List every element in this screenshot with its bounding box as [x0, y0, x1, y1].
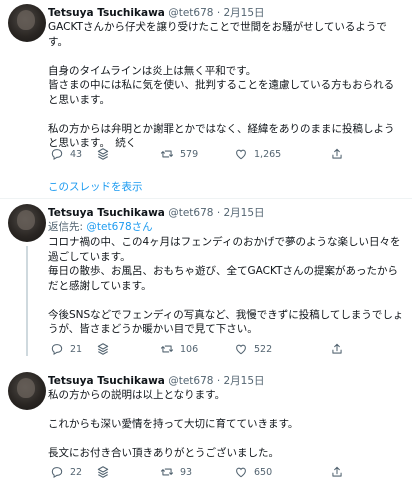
like-count: 1,265 — [254, 148, 282, 160]
tweet-actions: 43 579 1,265 — [48, 146, 348, 162]
avatar[interactable] — [8, 204, 46, 242]
separator: · — [216, 375, 221, 387]
tweet-paragraph: 自身のタイムラインは炎上は無く平和です。 皆さまの中には私に気を使い、批判するこ… — [48, 64, 395, 106]
reply-icon — [51, 467, 63, 479]
tweet-1[interactable]: Tetsuya Tsuchikawa @tet678 · 2月15日 GACKT… — [0, 0, 412, 170]
avatar[interactable] — [8, 4, 46, 42]
author-name[interactable]: Tetsuya Tsuchikawa — [48, 375, 165, 387]
author-name[interactable]: Tetsuya Tsuchikawa — [48, 7, 165, 19]
tweet-actions: 22 93 650 — [48, 464, 348, 480]
reply-icon — [51, 149, 63, 161]
tweet-date[interactable]: 2月15日 — [224, 375, 265, 387]
tweet-text: コロナ禍の中、この4ヶ月はフェンディのおかげで夢のような楽しい日々を 過ごしてい… — [48, 235, 404, 337]
share-icon — [332, 466, 342, 477]
tweet-paragraph: GACKTさんから仔犬を譲り受けたことで世間をお騒がせしているようで す。 — [48, 21, 387, 48]
author-handle[interactable]: @tet678 — [168, 207, 213, 219]
author-handle[interactable]: @tet678 — [168, 7, 213, 19]
reply-button[interactable]: 21 — [50, 341, 82, 357]
like-count: 522 — [254, 343, 273, 355]
tweet-paragraph: 今後SNSなどでフェンディの写真など、我慢できずに投稿してしまうでしょ うが、皆… — [48, 308, 404, 336]
retweet-count: 106 — [180, 343, 199, 355]
retweet-icon — [160, 468, 174, 476]
like-button[interactable]: 650 — [234, 464, 272, 480]
reply-button[interactable]: 22 — [50, 464, 82, 480]
retweet-button[interactable]: 106 — [160, 341, 198, 357]
retweet-count: 579 — [180, 148, 199, 160]
tweet-paragraph: コロナ禍の中、この4ヶ月はフェンディのおかげで夢のような楽しい日々を 過ごしてい… — [48, 236, 401, 292]
tweet-actions: 21 106 522 — [48, 341, 348, 357]
retweet-icon — [160, 345, 174, 353]
tweet-text: 私の方からの説明は以上となります。 これからも深い愛情を持って大切に育てていきま… — [48, 388, 404, 461]
reply-handle-link[interactable]: @tet678さん — [86, 221, 152, 233]
reply-count: 43 — [70, 148, 83, 160]
tweet-header: Tetsuya Tsuchikawa @tet678 · 2月15日 — [48, 374, 265, 388]
layers-button[interactable] — [96, 146, 110, 162]
share-icon — [332, 148, 342, 159]
tweet-date[interactable]: 2月15日 — [224, 7, 265, 19]
layers-button[interactable] — [96, 464, 110, 480]
retweet-button[interactable]: 579 — [160, 146, 198, 162]
reply-count: 21 — [70, 343, 83, 355]
like-icon — [236, 344, 246, 355]
tweet-paragraph: 私の方からの説明は以上となります。 — [48, 389, 226, 401]
like-icon — [236, 149, 246, 160]
share-button[interactable] — [330, 146, 344, 162]
like-button[interactable]: 522 — [234, 341, 272, 357]
reply-button[interactable]: 43 — [50, 146, 82, 162]
tweet-2[interactable]: Tetsuya Tsuchikawa @tet678 · 2月15日 返信先: … — [0, 200, 412, 360]
thread-line — [26, 246, 28, 356]
layers-icon — [97, 343, 109, 355]
tweet-date[interactable]: 2月15日 — [224, 207, 265, 219]
like-icon — [236, 467, 246, 478]
share-icon — [332, 343, 342, 354]
divider — [0, 198, 412, 199]
show-thread-link[interactable]: このスレッドを表示 — [48, 179, 143, 194]
author-name[interactable]: Tetsuya Tsuchikawa — [48, 207, 165, 219]
avatar[interactable] — [8, 372, 46, 410]
tweet-text: GACKTさんから仔犬を譲り受けたことで世間をお騒がせしているようで す。 自身… — [48, 20, 404, 151]
tweet-paragraph: 長文にお付き合い頂きありがとうございました。 — [48, 447, 279, 459]
layers-icon — [97, 466, 109, 478]
layers-icon — [97, 148, 109, 160]
tweet-header: Tetsuya Tsuchikawa @tet678 · 2月15日 — [48, 6, 265, 20]
separator: · — [216, 207, 221, 219]
share-button[interactable] — [330, 464, 344, 480]
reply-count: 22 — [70, 466, 83, 478]
retweet-button[interactable]: 93 — [160, 464, 192, 480]
tweet-paragraph: これからも深い愛情を持って大切に育てていきます。 — [48, 418, 299, 430]
author-handle[interactable]: @tet678 — [168, 375, 213, 387]
reply-prefix: 返信先: — [48, 221, 84, 233]
retweet-icon — [160, 150, 174, 158]
share-button[interactable] — [330, 341, 344, 357]
reply-icon — [51, 344, 63, 356]
retweet-count: 93 — [180, 466, 193, 478]
tweet-header: Tetsuya Tsuchikawa @tet678 · 2月15日 — [48, 206, 265, 220]
like-count: 650 — [254, 466, 273, 478]
layers-button[interactable] — [96, 341, 110, 357]
tweet-3[interactable]: Tetsuya Tsuchikawa @tet678 · 2月15日 私の方から… — [0, 368, 412, 488]
like-button[interactable]: 1,265 — [234, 146, 281, 162]
reply-context: 返信先: @tet678さん — [48, 220, 153, 234]
separator: · — [216, 7, 221, 19]
